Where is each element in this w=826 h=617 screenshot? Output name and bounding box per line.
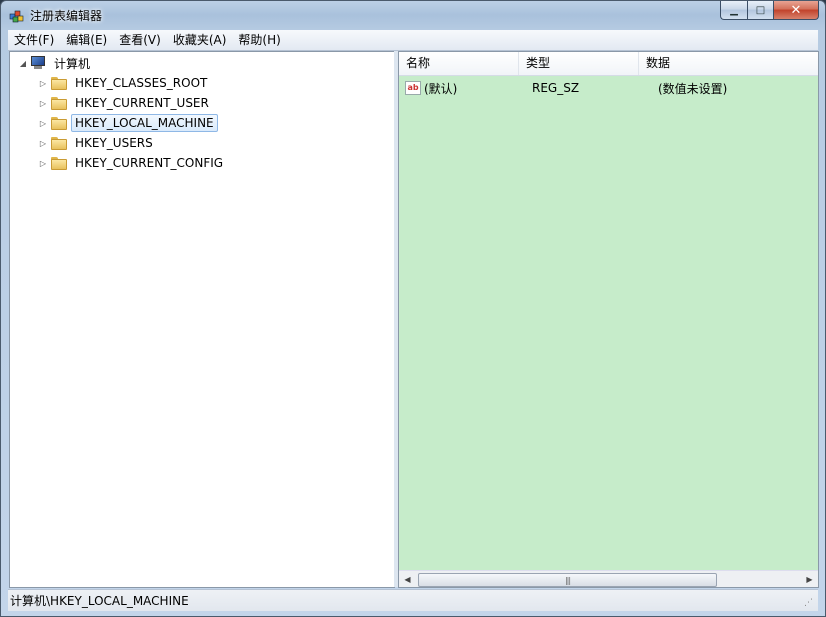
- computer-icon: [30, 56, 46, 70]
- folder-icon: [51, 156, 67, 170]
- menu-favorites[interactable]: 收藏夹(A): [167, 31, 233, 49]
- expand-arrow-icon[interactable]: ▷: [38, 134, 48, 152]
- tree-item-hkey-current-config[interactable]: ▷ HKEY_CURRENT_CONFIG: [38, 154, 227, 172]
- value-type: REG_SZ: [532, 81, 580, 95]
- list-header: 名称 类型 数据: [399, 52, 818, 76]
- menu-file[interactable]: 文件(F): [8, 31, 60, 49]
- maximize-button[interactable]: □: [747, 1, 773, 20]
- tree-item-hkey-local-machine[interactable]: ▷ HKEY_LOCAL_MACHINE: [38, 114, 218, 132]
- tree-item-label: HKEY_CURRENT_USER: [75, 96, 209, 110]
- tree-item-hkey-classes-root[interactable]: ▷ HKEY_CLASSES_ROOT: [38, 74, 211, 92]
- grip-lines-icon: |||: [564, 575, 571, 585]
- tree-item-hkey-users[interactable]: ▷ HKEY_USERS: [38, 134, 157, 152]
- menu-bar: 文件(F) 编辑(E) 查看(V) 收藏夹(A) 帮助(H): [8, 30, 818, 51]
- close-button[interactable]: ✕: [773, 1, 819, 20]
- horizontal-scrollbar[interactable]: ◀ ||| ▶: [399, 570, 818, 587]
- column-header-type[interactable]: 类型: [519, 52, 639, 75]
- menu-view[interactable]: 查看(V): [113, 31, 167, 49]
- scrollbar-thumb[interactable]: |||: [418, 573, 717, 587]
- value-data: (数值未设置): [658, 81, 728, 96]
- expand-arrow-icon[interactable]: ▷: [38, 74, 48, 92]
- tree-root-label: 计算机: [54, 56, 91, 71]
- folder-icon: [51, 116, 67, 130]
- close-icon: ✕: [790, 2, 802, 18]
- value-row-default[interactable]: ab (默认) REG_SZ (数值未设置): [399, 78, 818, 98]
- status-bar: 计算机\HKEY_LOCAL_MACHINE ⋰: [8, 589, 818, 611]
- value-list-pane[interactable]: 名称 类型 数据 ab (默认) REG_SZ (数值未设置) ◀ ||| ▶: [398, 51, 819, 588]
- status-path: 计算机\HKEY_LOCAL_MACHINE: [10, 594, 189, 608]
- scroll-left-icon[interactable]: ◀: [399, 571, 416, 587]
- tree-item-label: HKEY_CURRENT_CONFIG: [75, 156, 224, 170]
- registry-editor-window: 注册表编辑器 ▁ □ ✕ 文件(F) 编辑(E) 查看(V) 收藏夹(A) 帮助…: [0, 0, 826, 617]
- window-controls: ▁ □ ✕: [720, 1, 819, 21]
- minimize-icon: ▁: [730, 4, 738, 16]
- folder-icon: [51, 136, 67, 150]
- menu-help[interactable]: 帮助(H): [232, 31, 286, 49]
- folder-icon: [51, 96, 67, 110]
- expand-arrow-icon[interactable]: ▷: [38, 94, 48, 112]
- expand-arrow-icon[interactable]: ▷: [38, 114, 48, 132]
- minimize-button[interactable]: ▁: [720, 1, 747, 20]
- string-value-icon: ab: [405, 81, 421, 95]
- resize-grip-icon[interactable]: ⋰: [804, 597, 816, 609]
- registry-editor-app-icon: [9, 10, 24, 23]
- tree-item-label: HKEY_CLASSES_ROOT: [75, 76, 208, 90]
- collapse-arrow-icon[interactable]: ◢: [18, 54, 28, 72]
- maximize-icon: □: [755, 4, 766, 16]
- tree-item-label: HKEY_USERS: [75, 136, 153, 150]
- column-header-data[interactable]: 数据: [639, 52, 818, 75]
- tree-item-hkey-current-user[interactable]: ▷ HKEY_CURRENT_USER: [38, 94, 213, 112]
- key-tree-pane[interactable]: ◢ 计算机 ▷ HKEY_CLASSES_ROOT ▷ HKEY_CURRENT…: [9, 51, 395, 588]
- tree-item-label: HKEY_LOCAL_MACHINE: [71, 114, 218, 132]
- tree-root-computer[interactable]: ◢ 计算机: [18, 54, 94, 72]
- window-title: 注册表编辑器: [30, 9, 103, 23]
- scroll-right-icon[interactable]: ▶: [801, 571, 818, 587]
- title-bar[interactable]: 注册表编辑器 ▁ □ ✕: [1, 1, 825, 29]
- expand-arrow-icon[interactable]: ▷: [38, 154, 48, 172]
- menu-edit[interactable]: 编辑(E): [60, 31, 113, 49]
- column-header-name[interactable]: 名称: [399, 52, 519, 75]
- folder-icon: [51, 76, 67, 90]
- value-name: (默认): [424, 81, 458, 96]
